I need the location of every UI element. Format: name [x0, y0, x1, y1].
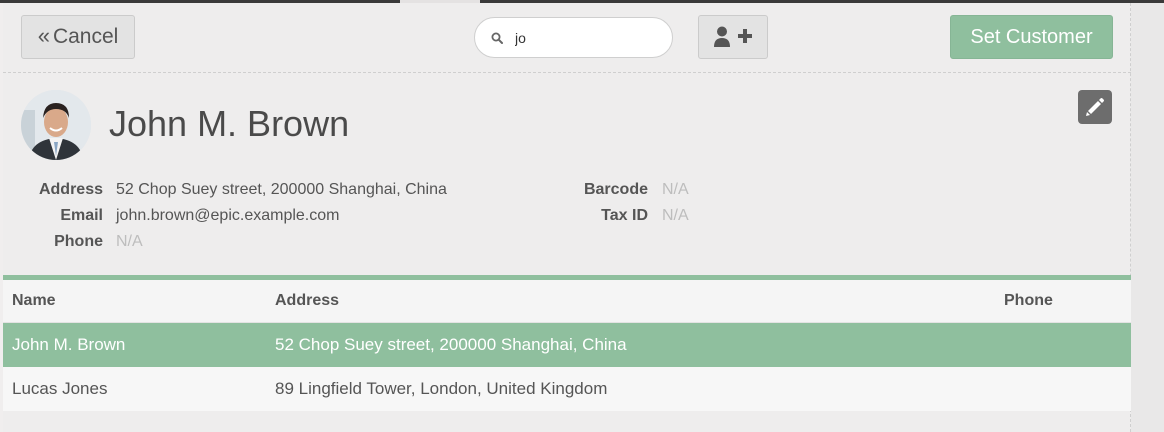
row-address: 89 Lingfield Tower, London, United Kingd… — [275, 379, 608, 398]
row-address: 52 Chop Suey street, 200000 Shanghai, Ch… — [275, 335, 627, 354]
barcode-label: Barcode — [583, 181, 648, 198]
row-name: John M. Brown — [12, 335, 126, 354]
client-table: Name Address Phone John M. Brown 52 Chop… — [3, 280, 1131, 411]
customer-avatar — [21, 90, 91, 160]
taxid-label: Tax ID — [601, 207, 648, 224]
email-value: john.brown@epic.example.com — [116, 207, 340, 224]
search-box[interactable] — [474, 17, 673, 58]
double-chevron-left-icon: « — [37, 23, 50, 48]
table-header: Name Address Phone — [3, 280, 1131, 323]
set-customer-button[interactable]: Set Customer — [950, 15, 1113, 59]
client-list-toolbar: « Cancel Set Customer — [3, 3, 1131, 73]
column-header-phone: Phone — [1004, 292, 1053, 309]
search-icon — [491, 32, 503, 44]
table-row[interactable]: John M. Brown 52 Chop Suey street, 20000… — [3, 323, 1131, 367]
cancel-button[interactable]: « Cancel — [21, 15, 135, 59]
pencil-icon — [1086, 98, 1104, 116]
set-customer-label: Set Customer — [970, 25, 1093, 48]
user-plus-icon — [714, 26, 752, 47]
right-gutter — [1131, 3, 1164, 432]
cancel-label: Cancel — [52, 25, 119, 48]
phone-value: N/A — [116, 233, 143, 250]
column-header-address: Address — [275, 292, 340, 309]
column-header-name: Name — [12, 292, 56, 309]
table-row[interactable]: Lucas Jones 89 Lingfield Tower, London, … — [3, 367, 1131, 411]
address-value: 52 Chop Suey street, 200000 Shanghai, Ch… — [116, 181, 447, 198]
address-label: Address — [38, 181, 103, 198]
add-customer-button[interactable] — [698, 15, 768, 59]
phone-label: Phone — [54, 233, 103, 250]
barcode-value: N/A — [662, 181, 689, 198]
taxid-value: N/A — [662, 207, 689, 224]
edit-customer-button[interactable] — [1078, 90, 1112, 124]
email-label: Email — [60, 207, 103, 224]
row-name: Lucas Jones — [12, 379, 108, 398]
search-input[interactable] — [515, 29, 655, 46]
customer-name: John M. Brown — [109, 103, 350, 144]
client-list-screen: « Cancel Set Customer — [3, 3, 1131, 432]
